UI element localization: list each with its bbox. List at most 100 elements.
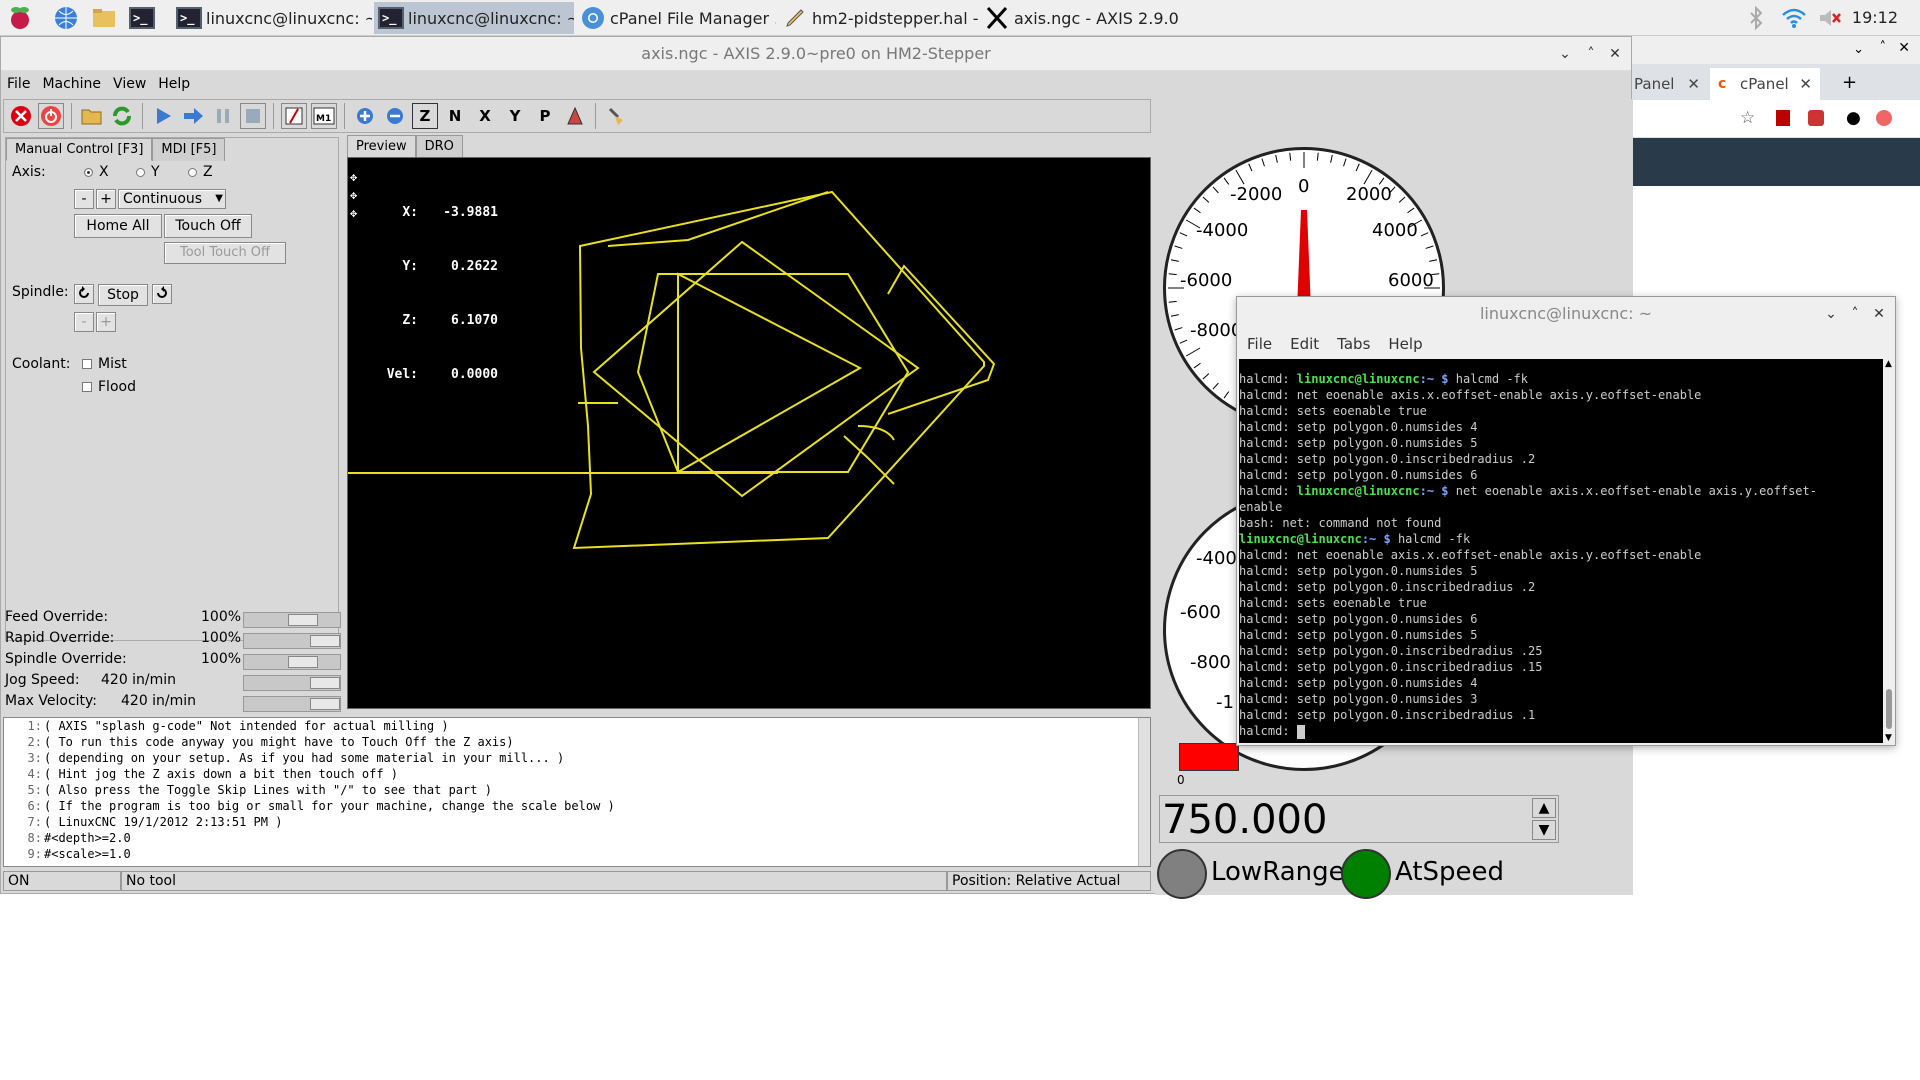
menu-view[interactable]: View (113, 76, 146, 92)
bluetooth-icon[interactable] (1742, 4, 1770, 32)
tool-touch-off-button[interactable]: Tool Touch Off (164, 242, 286, 264)
wifi-icon[interactable] (1780, 4, 1808, 32)
step-icon[interactable] (180, 103, 206, 129)
spin-down-icon[interactable]: ▼ (1532, 820, 1556, 840)
mist-checkbox[interactable]: Mist (82, 356, 127, 372)
browser-tab[interactable]: Panel ✕ (1632, 68, 1706, 100)
volume-muted-icon[interactable] (1816, 4, 1844, 32)
menu-tabs[interactable]: Tabs (1337, 335, 1370, 353)
tab-mdi[interactable]: MDI [F5] (152, 138, 226, 161)
maximize-icon[interactable]: ˄ (1880, 40, 1887, 55)
tab-close-icon[interactable]: ✕ (1687, 68, 1700, 100)
stop-icon[interactable] (240, 103, 266, 129)
toolpath-preview[interactable]: ✥ ✥ ✥ X: -3.9881 Y: 0.2622 Z: 6.1070 Vel: 0.00… (347, 157, 1151, 709)
task-terminal-1[interactable]: >_ linuxcnc@linuxcnc: ~ (172, 2, 372, 34)
close-icon[interactable]: ✕ (1898, 40, 1910, 56)
view-p-icon[interactable]: P (532, 103, 558, 129)
minimize-icon[interactable]: ⌄ (1553, 37, 1577, 71)
task-axis[interactable]: axis.ngc - AXIS 2.9.0... (980, 2, 1180, 34)
minimize-icon[interactable]: ⌄ (1819, 297, 1843, 331)
task-terminal-2[interactable]: >_ linuxcnc@linuxcnc: ~ (374, 2, 574, 34)
reload-icon[interactable] (109, 103, 135, 129)
tab-preview[interactable]: Preview (347, 135, 416, 158)
new-tab-icon[interactable]: + (1842, 72, 1857, 93)
task-chromium[interactable]: cPanel File Manager ... (576, 2, 776, 34)
scroll-down-icon[interactable]: ▼ (1885, 733, 1892, 743)
rapid-override-slider[interactable] (243, 633, 341, 649)
run-icon[interactable] (150, 103, 176, 129)
file-manager-icon[interactable] (90, 4, 118, 32)
axis-radio-x[interactable]: X (84, 164, 109, 180)
axis-radio-y[interactable]: Y (136, 164, 160, 180)
task-text-editor[interactable]: hm2-pidstepper.hal - ... (778, 2, 978, 34)
gcode-line[interactable]: 9: #<scale>=1.0 (28, 846, 1150, 862)
spindle-stop-button[interactable]: Stop (98, 284, 148, 306)
menu-help[interactable]: Help (1388, 335, 1422, 353)
spin-up-icon[interactable]: ▲ (1532, 798, 1556, 818)
bookmark-star-icon[interactable]: ☆ (1740, 108, 1755, 128)
slider-thumb[interactable] (310, 698, 340, 710)
scroll-up-icon[interactable]: ▲ (1885, 359, 1892, 369)
gcode-listing[interactable]: 1:( AXIS "splash g-code" Not intended fo… (3, 717, 1151, 867)
optional-stop-icon[interactable]: M1 (311, 103, 337, 129)
home-all-button[interactable]: Home All (74, 214, 162, 238)
account-icon[interactable]: ● (1846, 108, 1861, 128)
clear-plot-icon[interactable] (603, 103, 629, 129)
gcode-line[interactable]: 1:( AXIS "splash g-code" Not intended fo… (28, 718, 1150, 734)
pause-icon[interactable] (210, 103, 236, 129)
menu-file[interactable]: File (7, 76, 30, 92)
jog-speed-slider[interactable] (243, 675, 341, 691)
gcode-scrollbar[interactable] (1138, 718, 1150, 866)
scrollbar-thumb[interactable] (1886, 689, 1892, 729)
maximize-icon[interactable]: ˄ (1843, 297, 1867, 331)
spindle-plus-button[interactable]: + (96, 312, 116, 332)
raspberry-menu-icon[interactable] (6, 4, 34, 32)
jog-plus-button[interactable]: + (96, 189, 116, 209)
close-icon[interactable]: ✕ (1603, 37, 1627, 71)
tab-close-icon[interactable]: ✕ (1799, 68, 1812, 100)
estop-icon[interactable] (8, 103, 34, 129)
gcode-line[interactable]: 5:( Also press the Toggle Skip Lines wit… (28, 782, 1150, 798)
gcode-line[interactable]: 7:( LinuxCNC 19/1/2012 2:13:51 PM ) (28, 814, 1150, 830)
menu-file[interactable]: File (1247, 335, 1272, 353)
feed-override-slider[interactable] (243, 612, 341, 628)
terminal-scrollbar[interactable]: ▲ ▼ (1883, 359, 1895, 743)
open-file-icon[interactable] (79, 103, 105, 129)
browser-tab-active[interactable]: c cPanel ✕ (1710, 68, 1820, 100)
terminal-launcher-icon[interactable]: >_ (128, 4, 156, 32)
tab-manual-control[interactable]: Manual Control [F3] (6, 138, 153, 161)
menu-edit[interactable]: Edit (1290, 335, 1319, 353)
flood-checkbox[interactable]: Flood (82, 379, 136, 395)
menu-help[interactable]: Help (158, 76, 190, 92)
gcode-line[interactable]: 6:( If the program is too big or small f… (28, 798, 1150, 814)
spindle-override-slider[interactable] (243, 654, 341, 670)
view-y-icon[interactable]: Y (502, 103, 528, 129)
close-icon[interactable]: ✕ (1867, 297, 1891, 331)
web-browser-icon[interactable] (52, 4, 80, 32)
ublock-icon[interactable] (1808, 110, 1824, 126)
touch-off-button[interactable]: Touch Off (164, 214, 252, 238)
gcode-line[interactable]: 3:( depending on your setup. As if you h… (28, 750, 1150, 766)
machine-power-icon[interactable] (38, 103, 64, 129)
spindle-ccw-icon[interactable] (74, 284, 94, 304)
zoom-in-icon[interactable] (352, 103, 378, 129)
gcode-line[interactable]: 2:( To run this code anyway you might ha… (28, 734, 1150, 750)
maximize-icon[interactable]: ˄ (1579, 37, 1603, 71)
view-z2-icon[interactable]: N (442, 103, 468, 129)
max-velocity-slider[interactable] (243, 696, 341, 712)
rotate-view-icon[interactable] (562, 103, 588, 129)
tab-dro[interactable]: DRO (415, 135, 463, 158)
spindle-cw-icon[interactable] (152, 284, 172, 304)
update-icon[interactable] (1876, 110, 1892, 126)
slider-thumb[interactable] (310, 677, 340, 689)
gcode-line[interactable]: 8: #<depth>=2.0 (28, 830, 1150, 846)
skip-lines-icon[interactable] (281, 103, 307, 129)
gcode-line[interactable]: 4:( Hint jog the Z axis down a bit then … (28, 766, 1150, 782)
spindle-speed-spinbox[interactable]: 750.000 ▲ ▼ (1159, 795, 1559, 843)
jog-increment-select[interactable]: Continuous ▼ (118, 189, 226, 209)
spindle-minus-button[interactable]: - (74, 312, 94, 332)
slider-thumb[interactable] (288, 656, 318, 668)
minimize-icon[interactable]: ⌄ (1853, 42, 1864, 57)
extension-icon[interactable] (1776, 110, 1790, 126)
view-z-icon[interactable]: Z (412, 103, 438, 129)
